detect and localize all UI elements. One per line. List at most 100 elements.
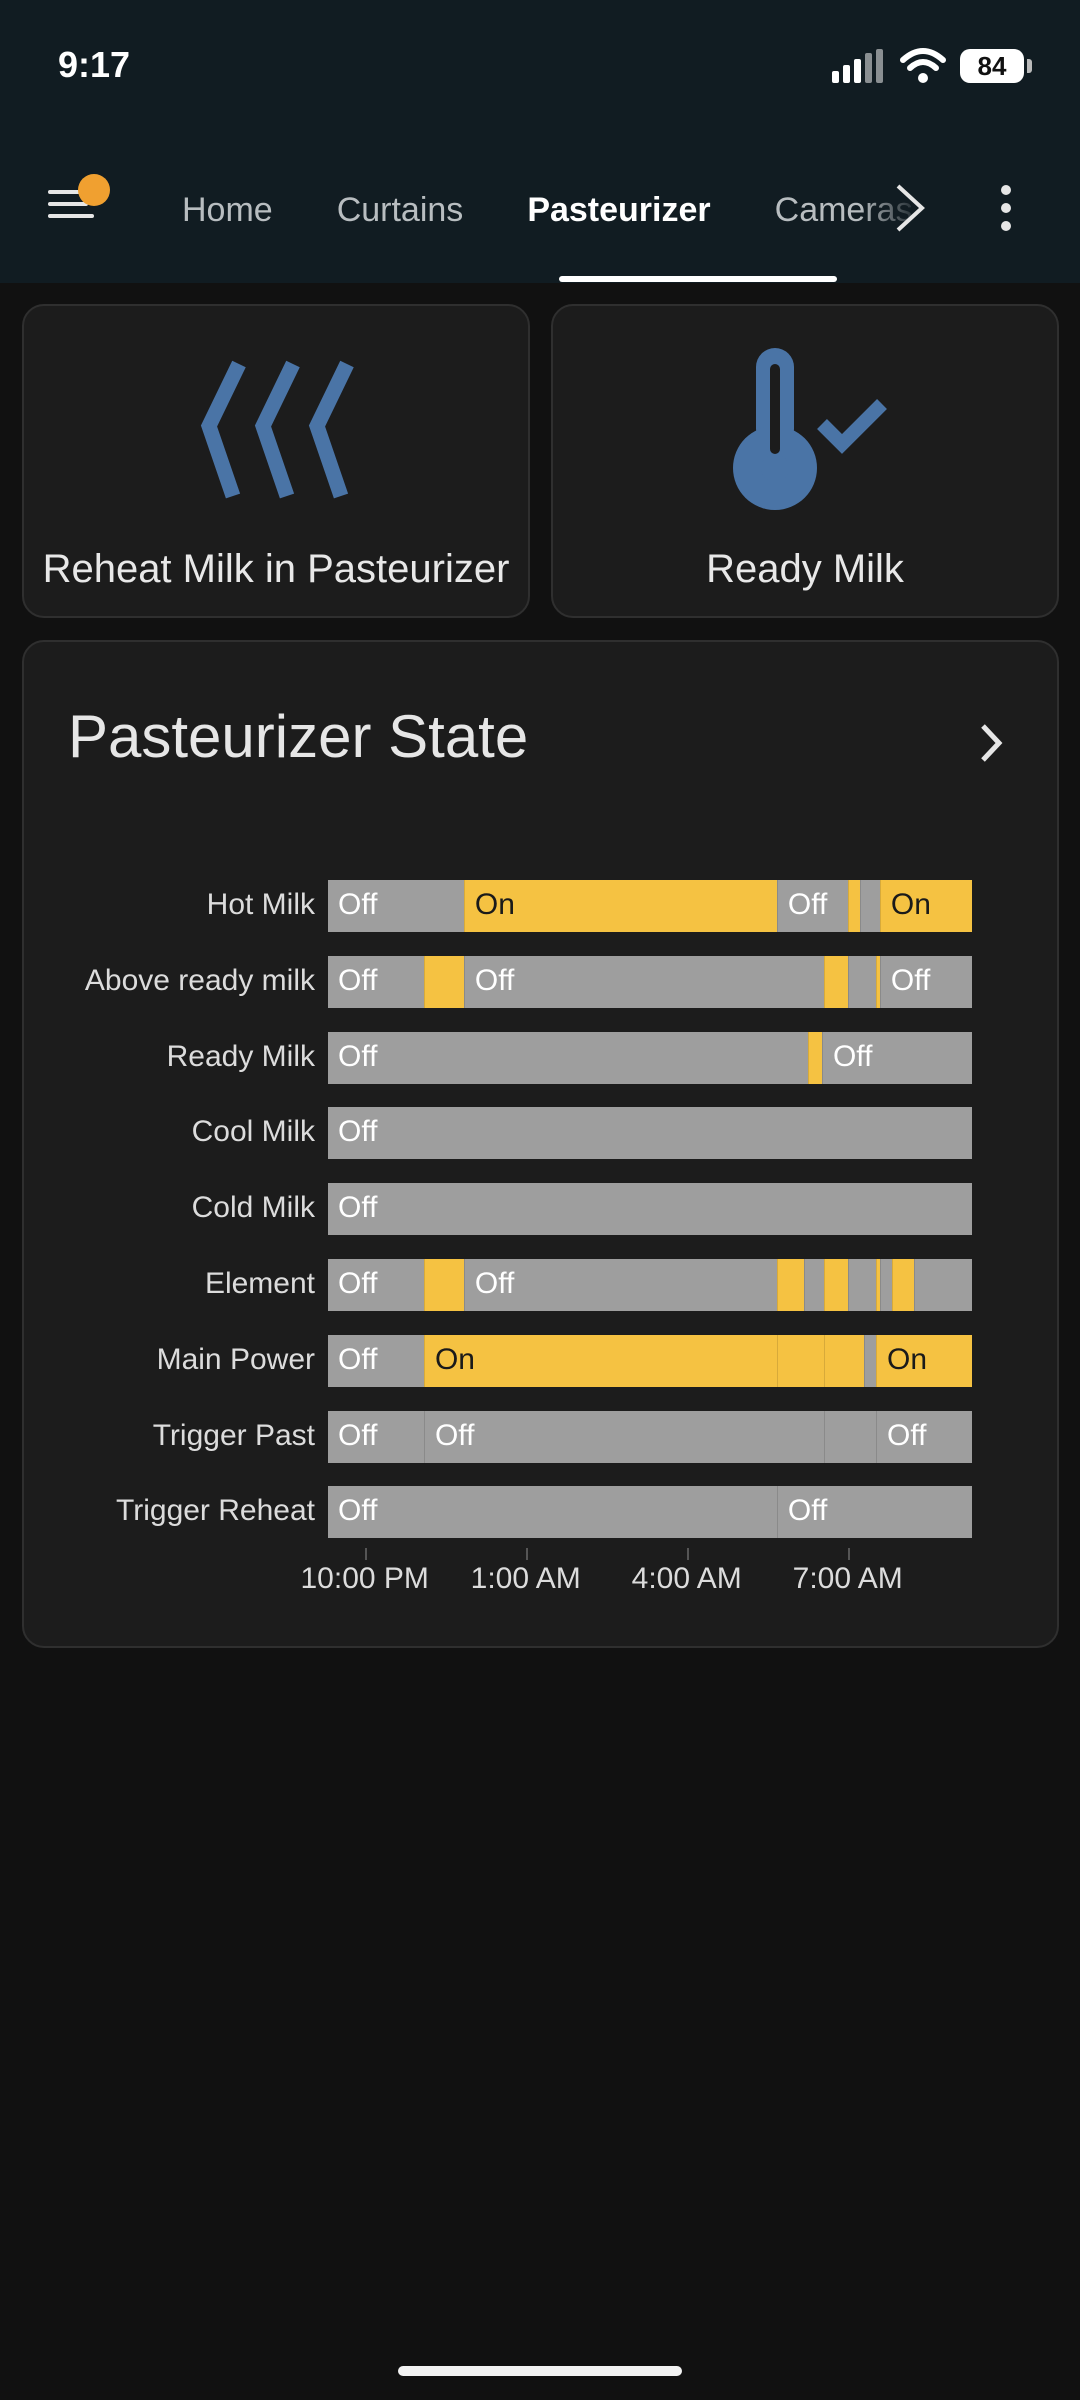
timeline-bar[interactable]: Off Off [328,1259,972,1311]
axis-tick [525,1548,528,1561]
timeline-segment-on[interactable]: On [463,880,777,932]
axis-tick [364,1548,367,1561]
timeline-segment-on[interactable] [892,1259,915,1311]
timeline-bar[interactable]: Off [328,1183,972,1236]
notification-dot [78,174,110,206]
segment-label: Off [338,1267,378,1300]
timeline-segment-on[interactable] [847,880,860,932]
tile-label: Ready Milk [706,547,904,591]
tile-label: Reheat Milk in Pasteurizer [42,547,510,591]
signal-icon [832,49,883,83]
timeline-segment-on[interactable] [823,1334,864,1387]
pasteurizer-state-card[interactable]: Pasteurizer State Hot Milk Off On Off On Abov… [22,640,1059,1648]
timeline-segment-off[interactable]: Off [328,1486,777,1539]
timeline-segment-off[interactable]: Off [876,1410,972,1463]
heat-wave-icon [200,360,354,499]
timeline-segment-on[interactable] [776,1334,824,1387]
timeline-segment-off[interactable]: Off [776,880,848,932]
timeline-segment-on[interactable] [423,1259,464,1311]
app-header: 9:17 84 Home Curtains Pasteurizer Camera… [0,0,1080,283]
axis-tick-label: 1:00 AM [470,1562,581,1596]
timeline-bar[interactable]: Off On On [328,1334,972,1387]
timeline-segment-off[interactable]: Off [328,955,424,1008]
segment-label: On [434,1342,475,1376]
timeline-segment-off[interactable]: Off [328,1334,424,1387]
timeline-bar[interactable]: Off Off Off [328,1410,972,1463]
segment-label: On [890,888,931,921]
card-title: Pasteurizer State [68,703,529,770]
row-label: Ready Milk [166,1039,315,1073]
timeline-segment-off[interactable] [847,1259,877,1311]
timeline-segment-on[interactable]: On [876,1334,972,1387]
timeline-segment-off[interactable] [879,1259,893,1311]
ready-milk-tile[interactable]: Ready Milk [551,304,1059,618]
timeline-segment-off[interactable]: Off [328,880,464,932]
view-tabs: Home Curtains Pasteurizer Cameras [150,160,940,280]
timeline-segment-off[interactable] [914,1259,972,1311]
timeline-segment-off[interactable]: Off [776,1486,972,1539]
timeline-segment-off[interactable] [847,955,877,1008]
timeline-segment-off[interactable] [823,1410,877,1463]
row-label: Trigger Reheat [116,1494,315,1528]
timeline-segment-off[interactable] [803,1259,824,1311]
status-icons: 84 [830,46,1032,86]
timeline-bar[interactable]: Off Off [328,1486,972,1539]
timeline-segment-on[interactable] [423,955,464,1008]
timeline-segment-off[interactable]: Off [463,1259,777,1311]
segment-label: Off [434,1418,475,1452]
timeline-bar[interactable]: Off Off Off [328,955,972,1008]
row-label: Trigger Past [152,1418,315,1452]
more-vertical-icon[interactable] [984,178,1028,238]
timeline-segment-on[interactable] [823,955,848,1008]
timeline-segment-off[interactable]: Off [328,1031,808,1084]
segment-label: Off [890,963,931,997]
timeline-segment-on[interactable] [807,1031,822,1084]
row-label: Cold Milk [191,1191,315,1225]
timeline-segment-off[interactable] [863,1334,877,1387]
timeline-segment-off[interactable]: Off [328,1410,424,1463]
segment-label: Off [338,963,378,997]
axis-tick-label: 7:00 AM [792,1562,903,1596]
segment-label: Off [338,1494,378,1528]
timeline-segment-off[interactable]: Off [463,955,824,1008]
timeline-segment-off[interactable] [859,880,880,932]
segment-label: Off [474,1267,515,1300]
segment-label: Off [338,1191,378,1225]
row-label: Hot Milk [206,888,315,921]
timeline-segment-on[interactable]: On [423,1334,777,1387]
chevron-right-icon[interactable] [971,718,1011,768]
segment-label: Off [338,1115,378,1149]
tab-pasteurizer[interactable]: Pasteurizer [495,160,742,260]
segment-label: Off [787,888,828,921]
tab-curtains[interactable]: Curtains [305,160,496,260]
segment-label: Off [787,1494,828,1528]
timeline-segment-off[interactable]: Off [423,1410,824,1463]
row-label: Cool Milk [191,1115,315,1149]
active-tab-indicator [559,276,837,282]
timeline-segment-off[interactable]: Off [328,1183,972,1236]
tab-home[interactable]: Home [150,160,305,260]
timeline-bar[interactable]: Off [328,1107,972,1160]
timeline-segment-off[interactable]: Off [821,1031,972,1084]
segment-label: On [887,1342,928,1376]
segment-label: Off [338,1342,378,1376]
axis-tick-label: 4:00 AM [631,1562,742,1596]
status-time: 9:17 [58,44,131,85]
home-indicator[interactable] [398,2366,682,2376]
axis-tick [686,1548,689,1561]
timeline-segment-off[interactable]: Off [328,1107,972,1160]
timeline-segment-off[interactable]: Off [879,955,972,1008]
battery-indicator: 84 [960,49,1032,83]
timeline-segment-off[interactable]: Off [328,1259,424,1311]
timeline-segment-on[interactable]: On [879,880,972,932]
reheat-milk-tile[interactable]: Reheat Milk in Pasteurizer [22,304,530,618]
segment-label: Off [887,1418,927,1452]
timeline-segment-on[interactable] [776,1259,804,1311]
axis-tick-label: 10:00 PM [300,1562,429,1596]
timeline-segment-on[interactable] [823,1259,848,1311]
timeline-bar[interactable]: Off Off [328,1031,972,1084]
timeline-bar[interactable]: Off On Off On [328,880,972,932]
chevron-right-icon[interactable] [890,182,930,234]
axis-tick [847,1548,850,1561]
row-label: Above ready milk [84,963,315,997]
